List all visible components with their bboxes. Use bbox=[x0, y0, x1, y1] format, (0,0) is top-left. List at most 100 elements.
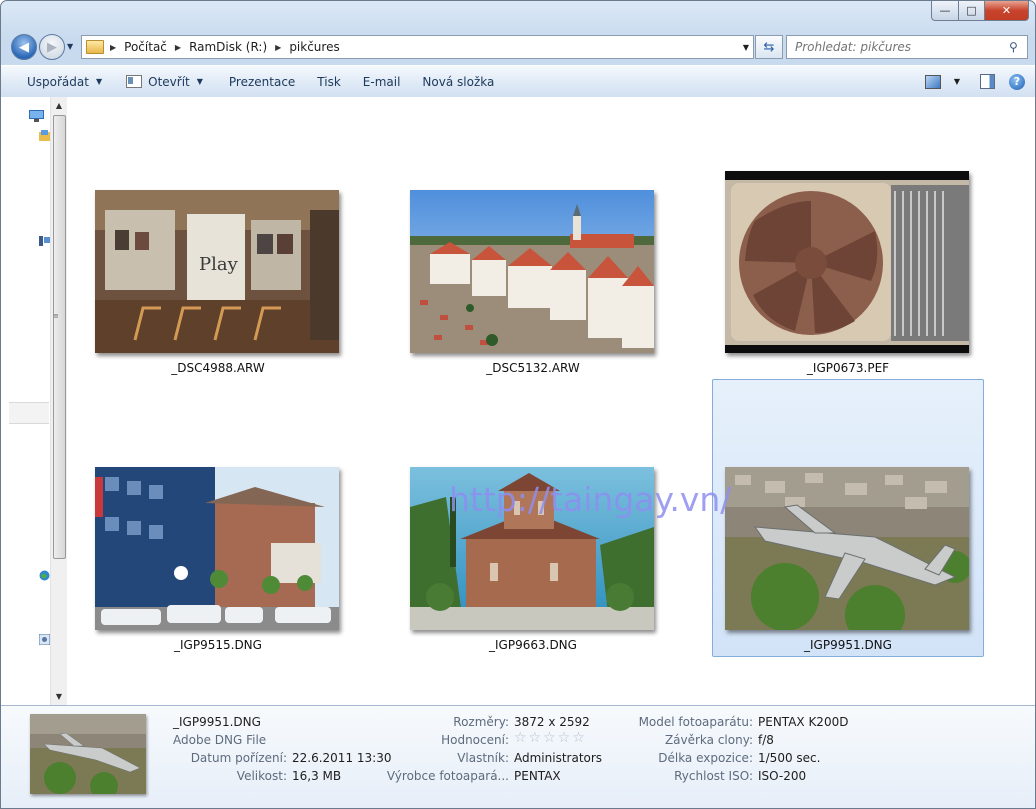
organize-label: Uspořádat bbox=[27, 74, 89, 89]
camera-model-label: Model fotoaparátu: bbox=[638, 715, 753, 729]
file-name: _IGP0673.PEF bbox=[806, 361, 890, 375]
watermark-text: http://taingay.vn/ bbox=[449, 480, 732, 519]
file-thumbnail bbox=[725, 467, 969, 630]
navigation-bar: ◀ ▶ ▼ ▶ Počítač ▶ RamDisk (R:) ▶ pikčure… bbox=[1, 31, 1035, 63]
chevron-down-icon: ▼ bbox=[196, 77, 203, 86]
camera-model-value[interactable]: PENTAX K200D bbox=[758, 715, 848, 729]
print-button[interactable]: Tisk bbox=[308, 70, 350, 93]
help-icon: ? bbox=[1009, 73, 1025, 90]
scrollbar-thumb[interactable] bbox=[53, 115, 66, 559]
file-thumbnail bbox=[410, 190, 654, 353]
dimensions-label: Rozměry: bbox=[453, 715, 509, 729]
slideshow-button[interactable]: Prezentace bbox=[220, 70, 304, 93]
navigation-pane: ▲ ≡ ▼ bbox=[1, 97, 67, 705]
chevron-right-icon[interactable]: ▶ bbox=[175, 43, 181, 52]
breadcrumb-ramdisk[interactable]: RamDisk (R:) bbox=[189, 40, 267, 54]
search-box: ⚲ bbox=[786, 35, 1028, 59]
control-panel-icon[interactable] bbox=[39, 634, 50, 645]
explorer-window: — □ ✕ ◀ ▶ ▼ ▶ Počítač ▶ RamDisk (R:) ▶ p… bbox=[0, 0, 1036, 809]
desktop-icon[interactable] bbox=[29, 110, 44, 122]
preview-pane-button[interactable] bbox=[975, 71, 999, 93]
network-icon[interactable] bbox=[39, 570, 50, 581]
size-value: 16,3 MB bbox=[292, 769, 342, 783]
file-thumbnail bbox=[95, 467, 339, 630]
file-thumbnail: Play bbox=[95, 190, 339, 353]
iso-speed-value[interactable]: ISO-200 bbox=[758, 769, 806, 783]
refresh-button[interactable]: ⇆ bbox=[755, 35, 783, 59]
search-icon[interactable]: ⚲ bbox=[1009, 40, 1027, 54]
file-tile[interactable]: Play _DSC4988.ARW bbox=[82, 178, 354, 454]
dimensions-value: 3872 x 2592 bbox=[514, 715, 590, 729]
exposure-time-label: Délka expozice: bbox=[658, 751, 753, 765]
details-file-type: Adobe DNG File bbox=[173, 733, 267, 747]
owner-value: Administrators bbox=[514, 751, 603, 765]
preview-pane-icon bbox=[979, 74, 995, 89]
rating-stars-icon[interactable]: ☆☆☆☆☆ bbox=[514, 730, 587, 746]
iso-speed-label: Rychlost ISO: bbox=[674, 769, 753, 783]
svg-text:Play: Play bbox=[199, 254, 239, 275]
file-name: _IGP9515.DNG bbox=[174, 638, 262, 652]
file-tile[interactable]: _IGP9515.DNG bbox=[82, 455, 354, 731]
maximize-button[interactable]: □ bbox=[959, 1, 985, 21]
file-name: _IGP9951.DNG bbox=[804, 638, 892, 652]
scroll-down-arrow-icon[interactable]: ▼ bbox=[51, 688, 67, 705]
computer-icon[interactable] bbox=[39, 235, 50, 246]
photo-viewer-icon bbox=[126, 75, 143, 88]
command-bar-right: ▼ ? bbox=[921, 66, 1035, 97]
chevron-down-icon: ▼ bbox=[953, 77, 961, 86]
file-name: _DSC4988.ARW bbox=[171, 361, 265, 375]
chevron-down-icon: ▼ bbox=[95, 77, 103, 86]
arrow-right-icon: ▶ bbox=[47, 39, 57, 55]
chevron-right-icon[interactable]: ▶ bbox=[110, 43, 116, 52]
help-button[interactable]: ? bbox=[1005, 71, 1029, 93]
address-bar[interactable]: ▶ Počítač ▶ RamDisk (R:) ▶ pikčures ▼ bbox=[81, 35, 754, 59]
breadcrumb-computer[interactable]: Počítač bbox=[124, 40, 167, 54]
file-view: Play _DSC4988.ARW _DSC5132.ARW _IGP0673.… bbox=[67, 97, 1035, 705]
open-label: Otevřít bbox=[148, 74, 190, 89]
address-history-dropdown[interactable]: ▼ bbox=[743, 43, 749, 52]
breadcrumb-pikcures[interactable]: pikčures bbox=[289, 40, 339, 54]
view-options-dropdown[interactable]: ▼ bbox=[945, 71, 969, 93]
recent-pages-dropdown[interactable]: ▼ bbox=[67, 42, 73, 51]
forward-button[interactable]: ▶ bbox=[39, 34, 65, 60]
navigation-pane-hover bbox=[9, 402, 49, 424]
file-name: _IGP9663.DNG bbox=[489, 638, 577, 652]
email-button[interactable]: E-mail bbox=[354, 70, 410, 93]
new-folder-button[interactable]: Nová složka bbox=[413, 70, 503, 93]
camera-maker-value[interactable]: PENTAX bbox=[514, 769, 561, 783]
caption-buttons: — □ ✕ bbox=[931, 1, 1029, 21]
date-taken-label: Datum pořízení: bbox=[190, 751, 287, 765]
details-file-name: _IGP9951.DNG bbox=[173, 715, 261, 729]
file-thumbnail bbox=[725, 171, 969, 353]
file-name: _DSC5132.ARW bbox=[486, 361, 580, 375]
refresh-icon: ⇆ bbox=[763, 39, 775, 55]
size-label: Velikost: bbox=[236, 769, 287, 783]
view-icon bbox=[925, 74, 941, 89]
f-stop-label: Závěrka clony: bbox=[664, 733, 753, 747]
search-input[interactable] bbox=[787, 39, 1009, 55]
details-pane: _IGP9951.DNG Adobe DNG File Datum poříze… bbox=[1, 705, 1035, 808]
file-tile[interactable]: _DSC5132.ARW bbox=[397, 178, 669, 454]
arrow-left-icon: ◀ bbox=[19, 39, 29, 55]
owner-label: Vlastník: bbox=[457, 751, 509, 765]
f-stop-value[interactable]: f/8 bbox=[758, 733, 774, 747]
exposure-time-value[interactable]: 1/500 sec. bbox=[758, 751, 820, 765]
scrollbar-grip-icon: ≡ bbox=[53, 312, 59, 320]
change-view-button[interactable] bbox=[921, 71, 945, 93]
folder-icon bbox=[86, 40, 104, 54]
scroll-up-arrow-icon[interactable]: ▲ bbox=[51, 97, 67, 114]
rating-label: Hodnocení: bbox=[441, 733, 509, 747]
breadcrumb: ▶ Počítač ▶ RamDisk (R:) ▶ pikčures bbox=[110, 40, 348, 54]
libraries-icon[interactable] bbox=[39, 130, 50, 141]
command-bar: Uspořádat ▼ Otevřít ▼ Prezentace Tisk E-ma… bbox=[1, 65, 1035, 98]
navigation-pane-scrollbar[interactable]: ▲ ≡ ▼ bbox=[50, 97, 67, 705]
camera-maker-label: Výrobce fotoapará... bbox=[386, 769, 509, 783]
file-tile-selected[interactable]: _IGP9951.DNG bbox=[712, 379, 984, 657]
details-thumbnail bbox=[30, 714, 146, 794]
back-button[interactable]: ◀ bbox=[11, 34, 37, 60]
open-button[interactable]: Otevřít ▼ bbox=[117, 70, 212, 93]
minimize-button[interactable]: — bbox=[931, 1, 959, 21]
chevron-right-icon[interactable]: ▶ bbox=[275, 43, 281, 52]
close-button[interactable]: ✕ bbox=[985, 1, 1029, 21]
organize-button[interactable]: Uspořádat ▼ bbox=[18, 70, 111, 93]
